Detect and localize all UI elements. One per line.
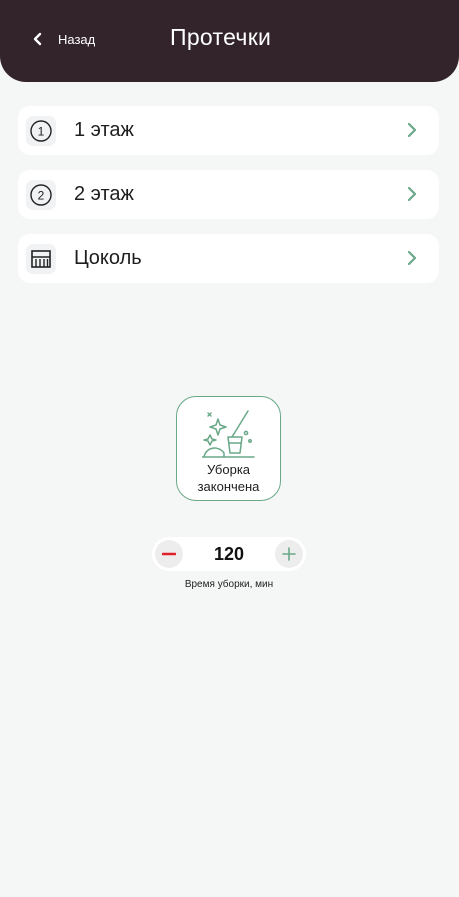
cleaning-time-caption: Время уборки, мин [184,579,274,590]
back-button[interactable]: Назад [30,26,95,52]
page-title: Протечки [170,24,272,50]
basement-icon [26,244,56,274]
floor-item-basement[interactable]: Цоколь [18,234,439,283]
chevron-left-icon [33,32,42,46]
chevron-right-icon [407,250,417,266]
floor-item-label: 2 этаж [74,183,134,205]
floor-item-1[interactable]: 1 1 этаж [18,106,439,155]
svg-text:2: 2 [38,189,45,203]
floor-item-2[interactable]: 2 2 этаж [18,170,439,219]
cleaning-finished-button[interactable]: Уборка закончена [176,396,281,501]
cleaning-finished-label: Уборка закончена [197,462,260,494]
back-label: Назад [58,31,96,47]
chevron-right-icon [407,186,417,202]
cleaning-time-input[interactable] [192,544,266,565]
floor-list: 1 1 этаж 2 2 этаж Цоколь [18,106,439,298]
increment-button[interactable] [275,540,303,568]
broom-sparkles-icon [202,410,255,458]
circled-two-icon: 2 [26,180,56,210]
chevron-right-icon [407,122,417,138]
floor-item-label: 1 этаж [74,119,134,141]
decrement-button[interactable] [155,540,183,568]
minus-icon [162,552,176,556]
svg-text:1: 1 [38,125,45,139]
floor-item-label: Цоколь [74,247,142,269]
circled-one-icon: 1 [26,116,56,146]
cleaning-time-stepper [152,537,306,571]
plus-icon [282,547,296,561]
app-header: Назад Протечки [0,0,459,82]
